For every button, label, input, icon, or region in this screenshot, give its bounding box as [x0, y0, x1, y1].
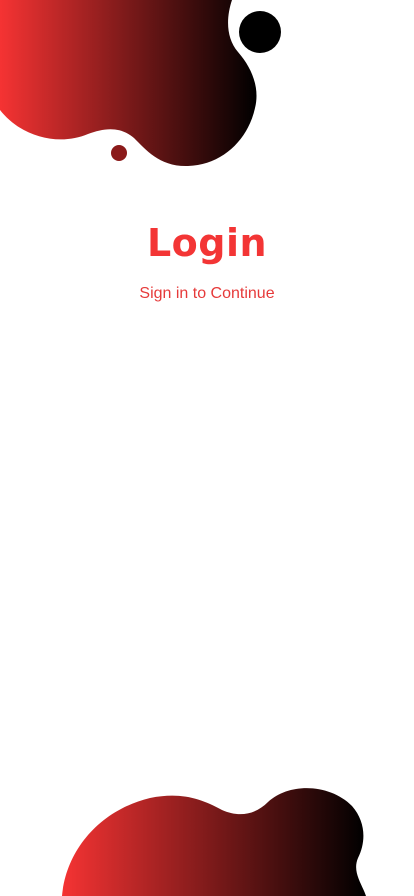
page-subtitle: Sign in to Continue	[139, 285, 275, 302]
bottom-blob-shape	[62, 788, 366, 896]
top-decorative-blob	[0, 0, 281, 167]
page-title: Login	[146, 221, 268, 265]
login-screen: Login Sign in to Continue	[0, 0, 414, 896]
top-blob-shape	[0, 0, 257, 167]
bottom-decorative-blob	[62, 788, 366, 896]
red-dot	[111, 145, 127, 161]
black-dot	[239, 11, 281, 53]
